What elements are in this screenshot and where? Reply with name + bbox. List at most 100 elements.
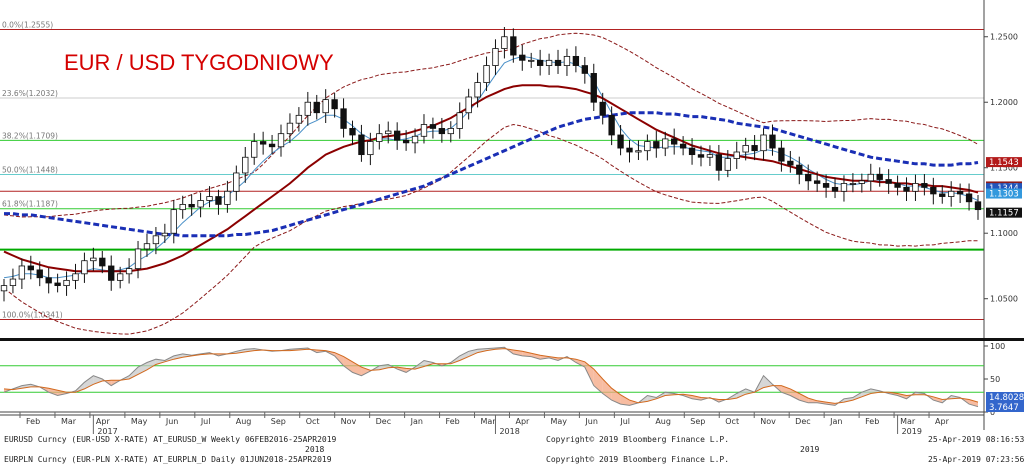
month-label-0: Feb [26,417,40,426]
year-label-2: 2019 [902,427,922,436]
candle-body-89 [796,164,803,175]
candle-body-94 [840,183,848,192]
candle-body-20 [179,203,186,211]
y-tick-label-4: 1.0500 [990,295,1018,304]
y-tick-label-3: 1.1000 [990,229,1018,238]
candle-body-14 [125,268,133,275]
osc-tick-label-1: 50 [990,375,1000,384]
osc-tag-1: 3.7647 [989,403,1019,413]
candle-body-33 [295,114,303,124]
candle-body-54 [483,65,490,83]
month-label-3: May [131,417,148,426]
candle-body-28 [251,141,258,158]
month-label-2: Apr [96,417,111,426]
price-tag-4: 1.1157 [989,209,1019,219]
year-label-1: 2018 [499,427,519,436]
candle-body-77 [688,147,696,156]
candle-body-31 [277,133,285,148]
candle-body-38 [340,108,347,129]
candle-body-8 [72,273,79,281]
candle-body-109 [974,201,982,211]
candle-body-15 [134,248,142,269]
panel-divider [0,338,1024,341]
footer-year-2018: 2018 [305,445,324,454]
month-label-17: Jul [619,417,630,426]
candle-body-108 [965,193,973,203]
candle-body-64 [572,55,580,66]
month-label-21: Nov [760,417,776,426]
candle-body-90 [805,173,812,182]
candle-body-36 [322,99,329,114]
candle-body-43 [385,130,392,135]
candle-body-9 [81,260,88,275]
candle-body-55 [492,48,499,66]
candle-body-0 [0,285,8,292]
candle-body-35 [313,101,320,114]
candle-body-27 [242,156,249,174]
month-label-11: Jan [410,417,423,426]
candle-body-23 [206,196,213,201]
candle-body-37 [331,99,338,110]
candle-body-91 [813,180,821,184]
candle-body-74 [662,138,669,149]
fib-label-3: 50.0%(1.1448) [2,166,58,175]
candle-body-79 [706,154,714,158]
candle-body-25 [224,190,231,205]
candle-body-76 [679,143,687,149]
candle-body-103 [921,183,928,188]
candle-body-57 [510,36,517,56]
candle-body-7 [63,279,70,287]
month-label-22: Dec [795,417,810,426]
candle-body-13 [116,273,124,281]
candle-body-82 [733,151,740,159]
month-label-16: Jun [584,417,598,426]
month-label-14: Apr [515,417,530,426]
candle-body-93 [831,186,839,192]
candle-body-60 [536,59,544,66]
candle-body-99 [885,179,892,184]
candle-body-30 [268,143,276,148]
candle-body-39 [349,128,356,136]
osc-tick-label-0: 100 [990,342,1005,351]
candle-body-100 [894,183,901,188]
month-label-8: Oct [306,417,320,426]
candle-body-44 [394,130,401,141]
candle-body-69 [617,134,624,149]
candle-body-86 [769,134,776,149]
candle-body-26 [233,172,240,192]
candle-body-66 [590,73,597,103]
fib-label-2: 38.2%(1.1709) [2,131,58,140]
candle-body-17 [152,235,160,245]
candle-body-46 [411,135,419,144]
month-label-4: Jun [165,417,179,426]
candle-body-5 [45,277,52,284]
candle-body-63 [563,55,571,66]
candle-body-104 [930,186,937,195]
footer-time-2: 25-Apr-2019 07:23:56 [928,455,1024,464]
candle-body-12 [108,265,115,281]
fib-label-6: 100.0%(1.0341) [2,311,63,320]
candle-body-1 [9,278,17,287]
candle-body-101 [903,186,910,192]
candle-body-81 [724,158,731,171]
candle-body-84 [751,145,758,152]
y-tick-label-0: 1.2500 [990,33,1018,42]
footer-time-1: 25-Apr-2019 08:16:53 [928,435,1024,444]
candle-body-71 [635,150,642,153]
month-label-24: Feb [865,417,879,426]
candle-body-18 [161,232,169,237]
candle-body-19 [170,209,177,234]
candle-body-48 [429,124,437,129]
candle-body-105 [939,193,946,197]
month-label-23: Jan [829,417,842,426]
candle-body-102 [912,183,919,192]
footer-copyright-1: Copyright© 2019 Bloomberg Finance L.P. [546,435,729,444]
month-label-20: Oct [725,417,739,426]
candle-body-70 [626,147,633,153]
footer-copyright-2: Copyright© 2019 Bloomberg Finance L.P. [546,455,729,464]
candle-body-95 [849,183,857,185]
candle-body-32 [286,122,294,135]
candle-body-67 [599,101,606,116]
footer-source-1: EURUSD Curncy (EUR-USD X-RATE) AT_EURUSD… [4,435,337,444]
candle-body-75 [671,138,678,145]
